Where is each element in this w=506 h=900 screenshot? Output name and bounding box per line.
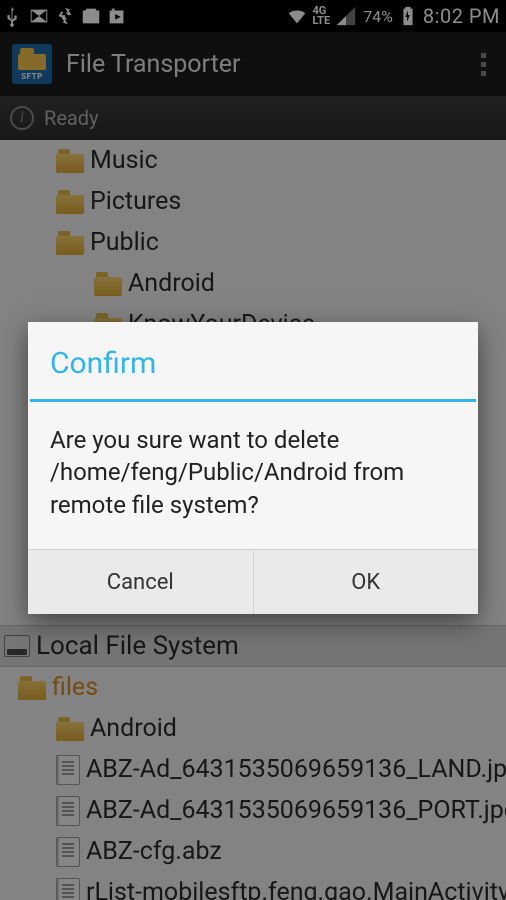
dialog-title: Confirm — [28, 322, 478, 399]
confirm-dialog: Confirm Are you sure want to delete /hom… — [28, 322, 478, 614]
ok-button[interactable]: OK — [253, 550, 479, 614]
dialog-buttons: Cancel OK — [28, 549, 478, 614]
dialog-message: Are you sure want to delete /home/feng/P… — [28, 402, 478, 549]
cancel-button[interactable]: Cancel — [28, 550, 253, 614]
